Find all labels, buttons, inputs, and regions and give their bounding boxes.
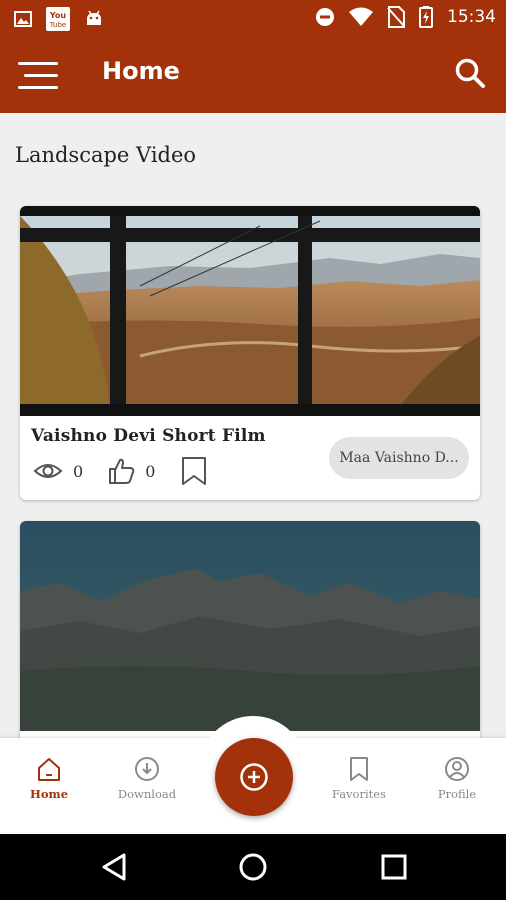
- search-icon: [455, 58, 485, 88]
- status-time: 15:34: [447, 7, 496, 27]
- video-stats: 0 0: [33, 456, 207, 486]
- save-stat[interactable]: [181, 456, 207, 486]
- likes-count: 0: [145, 461, 156, 481]
- android-icon: [87, 10, 101, 25]
- category-chip[interactable]: Maa Vaishno D...: [329, 437, 469, 479]
- thumbs-up-icon[interactable]: [107, 457, 135, 485]
- profile-icon: [445, 757, 469, 781]
- nav-profile-label: Profile: [437, 787, 477, 801]
- page-title: Home: [102, 57, 180, 85]
- svg-text:Tube: Tube: [49, 21, 66, 29]
- content-area[interactable]: Landscape Video Vaishno Devi Short Film …: [0, 113, 506, 738]
- download-icon: [135, 757, 159, 781]
- nav-home-label: Home: [29, 787, 69, 801]
- nav-home[interactable]: Home: [4, 756, 94, 801]
- add-button[interactable]: [215, 738, 293, 816]
- hamburger-menu-icon: [18, 62, 58, 65]
- video-card[interactable]: Vaishno Devi Short Film 0 0 Maa Vaishno …: [20, 206, 480, 500]
- app-bar: Home: [0, 37, 506, 113]
- eye-icon: [33, 464, 63, 478]
- menu-button[interactable]: [18, 57, 60, 93]
- wifi-icon: [349, 7, 373, 26]
- android-navigation-bar: [0, 834, 506, 900]
- back-icon[interactable]: [98, 851, 130, 883]
- image-icon: [14, 11, 32, 27]
- svg-text:You: You: [49, 11, 67, 20]
- home-icon: [38, 758, 60, 781]
- likes-stat[interactable]: 0: [107, 457, 155, 485]
- home-circle-icon[interactable]: [237, 851, 269, 883]
- bottom-navigation: Home Download Favorites Profile: [0, 716, 506, 834]
- nav-profile[interactable]: Profile: [412, 756, 502, 801]
- search-button[interactable]: [454, 57, 488, 91]
- nav-favorites-label: Favorites: [332, 787, 386, 801]
- notification-icons: You Tube: [14, 7, 104, 31]
- video-card[interactable]: [20, 521, 480, 738]
- bookmark-icon: [350, 757, 368, 781]
- views-count: 0: [73, 461, 84, 481]
- no-sim-icon: [387, 6, 405, 28]
- section-title: Landscape Video: [15, 143, 197, 167]
- do-not-disturb-icon: [316, 8, 334, 26]
- nav-favorites[interactable]: Favorites: [314, 756, 404, 801]
- views-stat: 0: [33, 461, 83, 481]
- video-thumbnail[interactable]: [20, 521, 480, 731]
- video-title[interactable]: Vaishno Devi Short Film: [31, 426, 266, 446]
- nav-download-label: Download: [117, 787, 177, 801]
- recents-icon[interactable]: [378, 851, 410, 883]
- youtube-app-icon: You Tube: [46, 7, 70, 31]
- bookmark-icon[interactable]: [181, 456, 207, 486]
- nav-download[interactable]: Download: [102, 756, 192, 801]
- battery-charging-icon: [419, 6, 433, 28]
- video-thumbnail[interactable]: [20, 206, 480, 416]
- system-icons: 15:34: [315, 6, 496, 28]
- status-bar: You Tube 15:34: [0, 0, 506, 37]
- add-icon: [240, 763, 268, 791]
